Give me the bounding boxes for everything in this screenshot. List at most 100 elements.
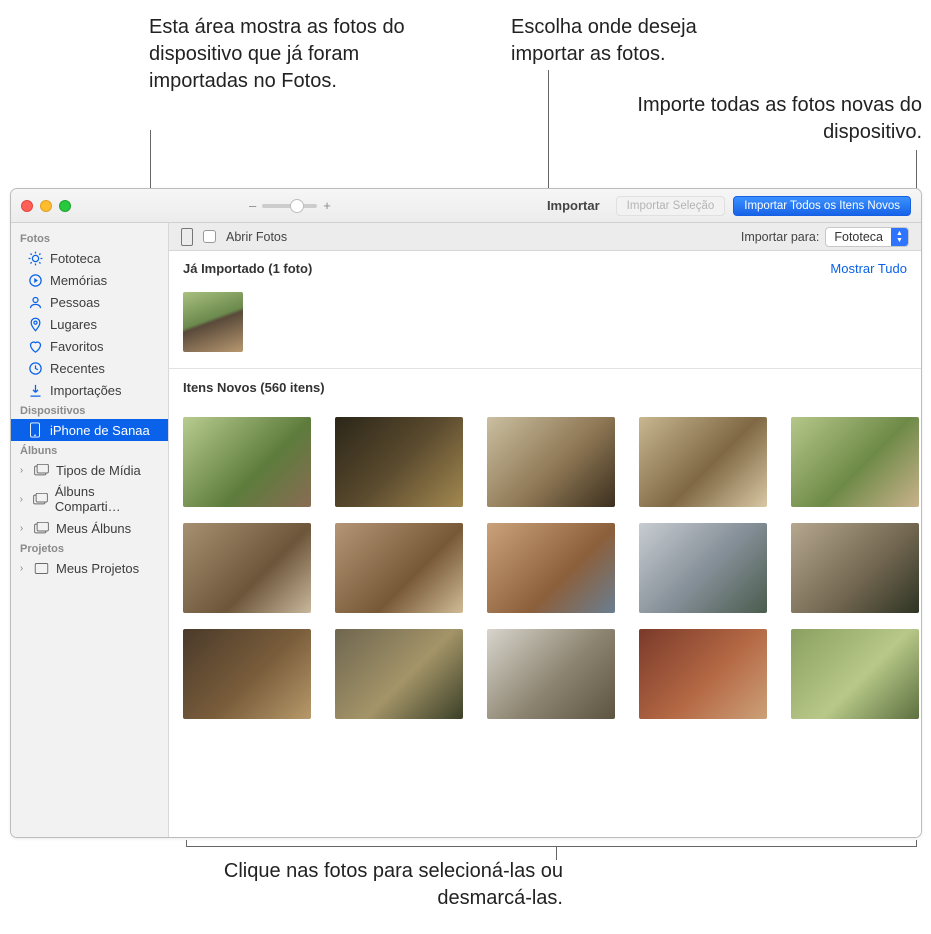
titlebar: – + Importar Importar Seleção Importar T… bbox=[11, 189, 921, 223]
photo-thumb[interactable] bbox=[183, 417, 311, 507]
photo-thumb[interactable] bbox=[791, 629, 919, 719]
fullscreen-window-button[interactable] bbox=[59, 200, 71, 212]
sidebar-item-device-iphone[interactable]: iPhone de Sanaa bbox=[11, 419, 168, 441]
sidebar-item-favoritos[interactable]: Favoritos bbox=[11, 335, 168, 357]
zoom-thumb[interactable] bbox=[290, 199, 304, 213]
import-selection-button[interactable]: Importar Seleção bbox=[616, 196, 726, 216]
callout-line bbox=[916, 150, 917, 192]
already-imported-row bbox=[169, 282, 921, 369]
sidebar-item-importacoes[interactable]: Importações bbox=[11, 379, 168, 401]
phone-icon bbox=[27, 422, 43, 438]
new-items-title: Itens Novos (560 itens) bbox=[183, 380, 325, 395]
callout-choose-dest: Escolha onde deseja importar as fotos. bbox=[511, 14, 751, 68]
sidebar-item-label: Meus Projetos bbox=[56, 561, 139, 576]
photo-thumb[interactable] bbox=[335, 523, 463, 613]
memories-icon bbox=[27, 272, 43, 288]
sidebar-item-recentes[interactable]: Recentes bbox=[11, 357, 168, 379]
callout-imported-area: Esta área mostra as fotos do dispositivo… bbox=[149, 14, 409, 95]
sidebar-item-memorias[interactable]: Memórias bbox=[11, 269, 168, 291]
import-options-bar: Abrir Fotos Importar para: Fototeca ▲▼ bbox=[169, 223, 921, 251]
places-icon bbox=[27, 316, 43, 332]
import-icon bbox=[27, 382, 43, 398]
new-items-section-header: Itens Novos (560 itens) bbox=[169, 369, 921, 403]
zoom-out-label: – bbox=[249, 198, 256, 213]
chevron-right-icon: › bbox=[17, 465, 26, 476]
clock-icon bbox=[27, 360, 43, 376]
photo-thumb[interactable] bbox=[487, 417, 615, 507]
sidebar-item-label: Favoritos bbox=[50, 339, 103, 354]
sidebar-item-label: Memórias bbox=[50, 273, 107, 288]
import-destination-popup[interactable]: Fototeca ▲▼ bbox=[825, 227, 909, 247]
import-to-label: Importar para: bbox=[741, 230, 820, 244]
open-photos-label: Abrir Fotos bbox=[226, 230, 287, 244]
zoom-in-label: + bbox=[323, 198, 331, 213]
zoom-track[interactable] bbox=[262, 204, 317, 208]
sidebar-item-albuns-comparti[interactable]: › Álbuns Comparti… bbox=[11, 481, 168, 517]
photo-thumb[interactable] bbox=[639, 523, 767, 613]
sidebar-item-lugares[interactable]: Lugares bbox=[11, 313, 168, 335]
album-icon bbox=[33, 462, 49, 478]
imported-photo-thumb[interactable] bbox=[183, 292, 243, 352]
photo-thumb[interactable] bbox=[335, 417, 463, 507]
sidebar-item-label: Tipos de Mídia bbox=[56, 463, 141, 478]
import-destination-value: Fototeca bbox=[826, 230, 891, 244]
sidebar-item-label: Pessoas bbox=[50, 295, 100, 310]
close-window-button[interactable] bbox=[21, 200, 33, 212]
sidebar-heading-dispositivos: Dispositivos bbox=[11, 401, 168, 419]
photo-thumb[interactable] bbox=[487, 629, 615, 719]
callout-line bbox=[556, 846, 557, 860]
people-icon bbox=[27, 294, 43, 310]
photo-thumb[interactable] bbox=[639, 629, 767, 719]
sidebar-item-fototeca[interactable]: Fototeca bbox=[11, 247, 168, 269]
sidebar-item-pessoas[interactable]: Pessoas bbox=[11, 291, 168, 313]
device-icon bbox=[181, 228, 193, 246]
sidebar-heading-fotos: Fotos bbox=[11, 229, 168, 247]
sidebar-heading-albuns: Álbuns bbox=[11, 441, 168, 459]
photo-thumb[interactable] bbox=[639, 417, 767, 507]
minimize-window-button[interactable] bbox=[40, 200, 52, 212]
popup-arrows-icon: ▲▼ bbox=[891, 228, 908, 246]
open-photos-checkbox[interactable] bbox=[203, 230, 216, 243]
callout-line bbox=[186, 846, 916, 847]
already-imported-section: Já Importado (1 foto) Mostrar Tudo bbox=[169, 251, 921, 282]
sidebar-item-label: iPhone de Sanaa bbox=[50, 423, 150, 438]
photo-thumb[interactable] bbox=[791, 417, 919, 507]
photo-thumb[interactable] bbox=[487, 523, 615, 613]
project-icon bbox=[33, 560, 49, 576]
sidebar-item-label: Meus Álbuns bbox=[56, 521, 131, 536]
library-icon bbox=[27, 250, 43, 266]
chevron-right-icon: › bbox=[17, 523, 26, 534]
photo-thumb[interactable] bbox=[335, 629, 463, 719]
photo-thumb[interactable] bbox=[791, 523, 919, 613]
sidebar-item-label: Importações bbox=[50, 383, 122, 398]
callout-click-select: Clique nas fotos para selecioná-las ou d… bbox=[213, 858, 563, 912]
main-content: Abrir Fotos Importar para: Fototeca ▲▼ J… bbox=[169, 223, 921, 837]
callout-line bbox=[186, 840, 187, 847]
zoom-slider[interactable]: – + bbox=[249, 198, 331, 213]
sidebar-item-tipos-midia[interactable]: › Tipos de Mídia bbox=[11, 459, 168, 481]
sidebar-item-label: Fototeca bbox=[50, 251, 101, 266]
photos-app-window: – + Importar Importar Seleção Importar T… bbox=[10, 188, 922, 838]
chevron-right-icon: › bbox=[17, 494, 26, 505]
sidebar-item-meus-projetos[interactable]: › Meus Projetos bbox=[11, 557, 168, 579]
view-title: Importar bbox=[547, 198, 600, 213]
sidebar-item-meus-albuns[interactable]: › Meus Álbuns bbox=[11, 517, 168, 539]
chevron-right-icon: › bbox=[17, 563, 26, 574]
already-imported-title: Já Importado (1 foto) bbox=[183, 261, 312, 276]
callout-import-all: Importe todas as fotos novas do disposit… bbox=[602, 92, 922, 146]
sidebar: Fotos Fototeca Memórias Pessoas bbox=[11, 223, 169, 837]
album-icon bbox=[33, 491, 48, 507]
sidebar-item-label: Recentes bbox=[50, 361, 105, 376]
show-all-link[interactable]: Mostrar Tudo bbox=[830, 261, 907, 276]
photo-thumb[interactable] bbox=[183, 523, 311, 613]
heart-icon bbox=[27, 338, 43, 354]
import-all-new-button[interactable]: Importar Todos os Itens Novos bbox=[733, 196, 911, 216]
album-icon bbox=[33, 520, 49, 536]
new-items-grid bbox=[169, 403, 921, 739]
window-controls bbox=[21, 200, 71, 212]
photo-thumb[interactable] bbox=[183, 629, 311, 719]
sidebar-item-label: Álbuns Comparti… bbox=[55, 484, 159, 514]
sidebar-item-label: Lugares bbox=[50, 317, 97, 332]
sidebar-heading-projetos: Projetos bbox=[11, 539, 168, 557]
callout-line bbox=[916, 840, 917, 847]
